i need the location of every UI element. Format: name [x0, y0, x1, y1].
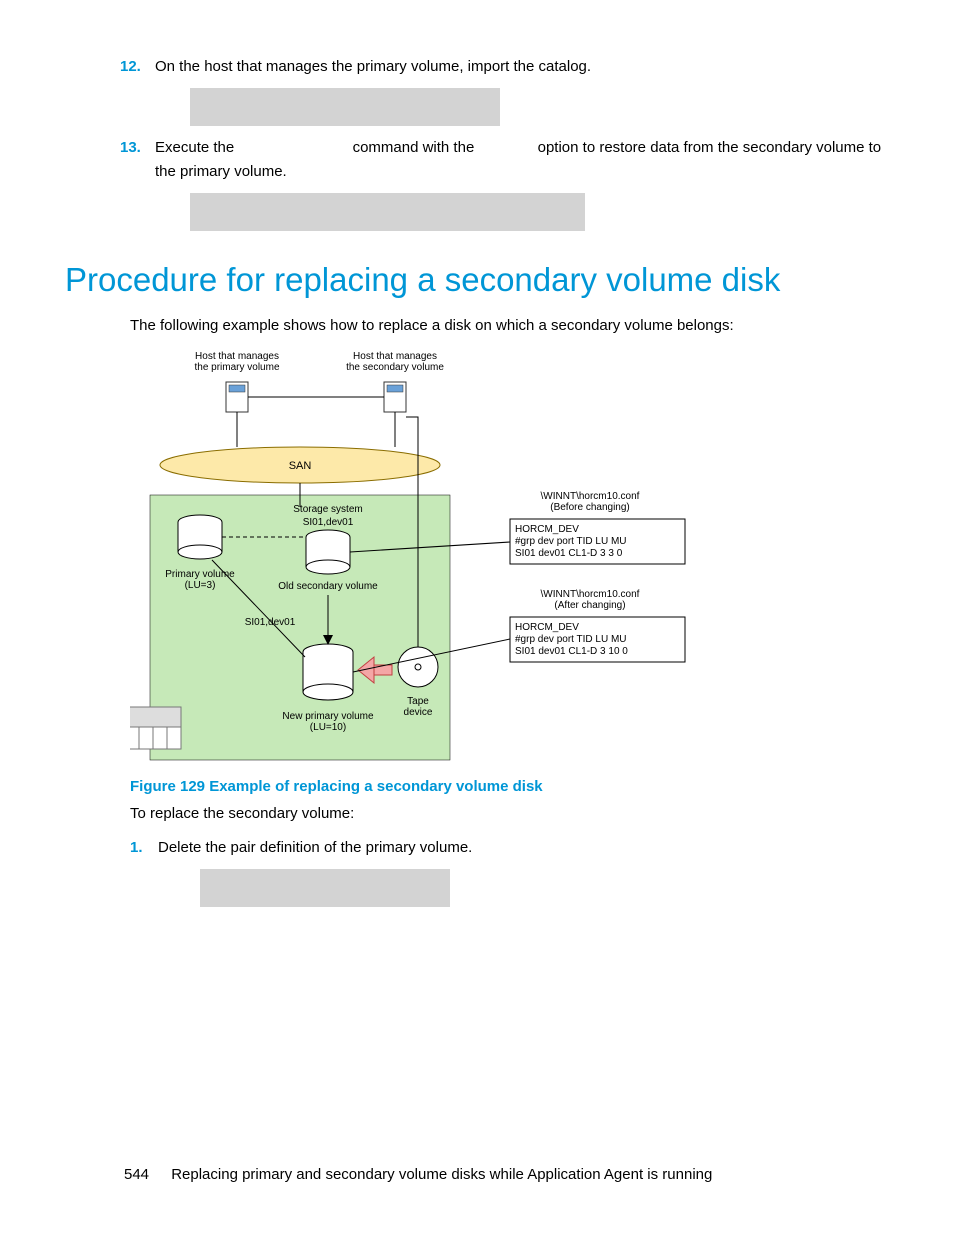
conf-cols: #grp dev port TID LU MU: [515, 536, 627, 547]
decorative-grid-icon: [130, 707, 181, 749]
page-footer: 544 Replacing primary and secondary volu…: [124, 1166, 712, 1183]
section-heading: Procedure for replacing a secondary volu…: [65, 261, 894, 299]
old-secondary-icon: [306, 530, 350, 574]
step-text: On the host that manages the primary vol…: [155, 58, 591, 75]
step-12: 12. On the host that manages the primary…: [120, 55, 894, 126]
conf-before-title: \WINNT\horcm10.conf(Before changing): [541, 491, 640, 513]
conf-header: HORCM_DEV: [515, 622, 579, 633]
network-diagram-svg: SAN Host that managesthe primary volume …: [130, 347, 720, 767]
old-secondary-label: Old secondary volume: [278, 581, 378, 592]
si01-label-b: SI01,dev01: [245, 617, 296, 628]
substep-1: 1. Delete the pair definition of the pri…: [130, 836, 894, 859]
primary-volume-icon: [178, 515, 222, 559]
si01-label-a: SI01,dev01: [303, 517, 354, 528]
conf-after-title: \WINNT\horcm10.conf(After changing): [541, 589, 640, 611]
code-placeholder: [200, 869, 450, 907]
conf-cols: #grp dev port TID LU MU: [515, 634, 627, 645]
step-number: 13.: [120, 136, 141, 159]
code-placeholder: [190, 88, 500, 126]
figure-diagram: SAN Host that managesthe primary volume …: [130, 347, 894, 772]
host-secondary-label: Host that managesthe secondary volume: [346, 351, 444, 373]
document-page: 12. On the host that manages the primary…: [0, 0, 954, 1235]
storage-system-label: Storage system: [293, 504, 362, 515]
step-text: Delete the pair definition of the primar…: [158, 839, 472, 856]
replace-substeps: 1. Delete the pair definition of the pri…: [130, 836, 894, 859]
host-primary-label: Host that managesthe primary volume: [194, 351, 279, 373]
tape-label: Tapedevice: [404, 696, 433, 718]
step-text: Execute the command with the option to r…: [155, 139, 881, 179]
intro-paragraph: The following example shows how to repla…: [130, 315, 894, 338]
step-number: 1.: [130, 836, 143, 859]
replace-intro: To replace the secondary volume:: [130, 803, 894, 826]
host-primary-icon: [226, 382, 248, 447]
host-secondary-icon: [384, 382, 406, 447]
footer-title: Replacing primary and secondary volume d…: [171, 1166, 712, 1183]
code-placeholder: [190, 193, 585, 231]
san-label: SAN: [289, 460, 312, 472]
conf-before-row: SI01 dev01 CL1-D 3 3 0: [515, 548, 623, 559]
procedure-steps-top: 12. On the host that manages the primary…: [120, 55, 894, 231]
step-13: 13. Execute the command with the option …: [120, 136, 894, 231]
new-primary-icon: [303, 644, 353, 700]
conf-header: HORCM_DEV: [515, 524, 579, 535]
page-number: 544: [124, 1166, 149, 1183]
conf-after-row: SI01 dev01 CL1-D 3 10 0: [515, 646, 628, 657]
figure-caption: Figure 129 Example of replacing a second…: [130, 778, 894, 795]
step-number: 12.: [120, 55, 141, 78]
